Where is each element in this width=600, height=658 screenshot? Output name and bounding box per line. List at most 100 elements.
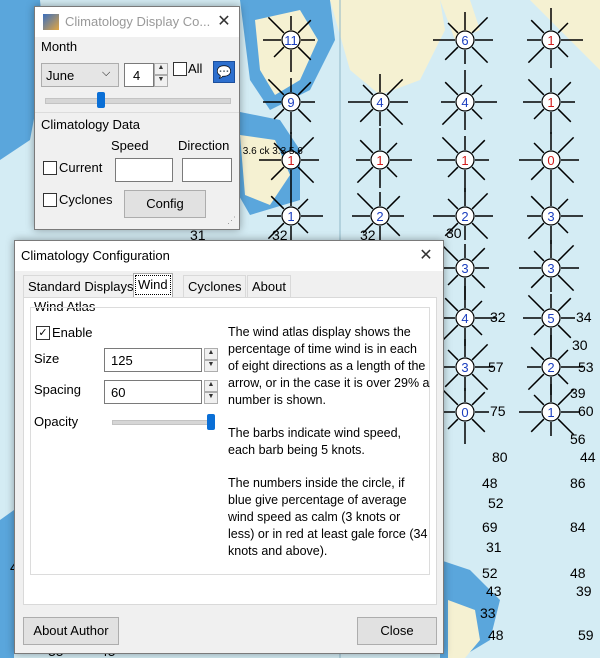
- wind-arrow: [557, 373, 569, 385]
- config-window-titlebar[interactable]: Climatology Configuration ✕: [15, 241, 443, 271]
- opacity-slider-thumb[interactable]: [207, 414, 215, 430]
- size-down-button[interactable]: ▼: [204, 360, 218, 372]
- spacing-input[interactable]: 60: [104, 380, 202, 404]
- tab-about[interactable]: About: [247, 275, 291, 297]
- month-select[interactable]: June ⌵: [41, 63, 119, 87]
- wind-arrow: [471, 139, 486, 154]
- side-number: 39: [576, 583, 592, 599]
- all-checkbox[interactable]: [173, 62, 187, 76]
- side-number: 56: [570, 431, 586, 447]
- land-area: [330, 0, 445, 95]
- close-icon[interactable]: ✕: [213, 11, 235, 33]
- day-input[interactable]: 4: [124, 63, 154, 87]
- wind-arrow: [557, 297, 572, 312]
- wind-arrow: [386, 108, 404, 126]
- speed-input[interactable]: [115, 158, 173, 182]
- wind-arrow: [447, 198, 459, 210]
- config-window[interactable]: Climatology Configuration ✕ Standard Dis…: [14, 240, 444, 654]
- about-author-button[interactable]: About Author: [23, 617, 119, 645]
- land-area: [0, 510, 14, 658]
- spacing-down-button[interactable]: ▼: [204, 392, 218, 404]
- wind-arrow: [471, 418, 486, 433]
- enable-checkbox[interactable]: ✓: [36, 326, 50, 340]
- station-number: 2: [376, 209, 383, 224]
- size-label: Size: [34, 351, 60, 366]
- wind-arrow: [273, 108, 285, 120]
- cyclones-label: Cyclones: [59, 192, 113, 207]
- size-input[interactable]: 125: [104, 348, 202, 372]
- station-number: 6: [461, 33, 468, 48]
- wind-arrow: [557, 166, 575, 184]
- wind-arrow: [471, 391, 486, 406]
- chat-icon: 💬: [216, 65, 232, 79]
- wind-arrow: [356, 166, 374, 184]
- station-number: 4: [461, 95, 468, 110]
- enable-label: Enable: [52, 325, 93, 340]
- opacity-slider[interactable]: [112, 414, 215, 430]
- tab-wind[interactable]: Wind: [133, 273, 173, 297]
- description-paragraph: The barbs indicate wind speed, each barb…: [228, 426, 402, 457]
- tab-standard-displays[interactable]: Standard Displays: [23, 275, 139, 297]
- side-number: 31: [486, 539, 502, 555]
- display-window-titlebar[interactable]: Climatology Display Co... ✕: [35, 7, 239, 37]
- side-number: 32: [490, 309, 506, 325]
- wind-arrow: [530, 418, 545, 433]
- wind-arrow: [471, 274, 486, 289]
- opacity-label: Opacity: [34, 414, 79, 429]
- config-button[interactable]: Config: [124, 190, 206, 218]
- info-button[interactable]: 💬: [213, 61, 235, 83]
- wind-arrow: [441, 388, 459, 406]
- station-number: 3: [461, 261, 468, 276]
- resize-grip-icon[interactable]: ⋰: [227, 215, 236, 226]
- station-number: 1: [461, 153, 468, 168]
- size-up-button[interactable]: ▲: [204, 348, 218, 360]
- config-window-title: Climatology Configuration: [21, 248, 170, 263]
- month-slider[interactable]: [45, 92, 231, 108]
- wind-arrow: [441, 244, 459, 262]
- station-number: 1: [547, 33, 554, 48]
- side-number: 43: [486, 583, 502, 599]
- wind-arrow: [471, 84, 483, 96]
- wind-arrow: [471, 222, 489, 240]
- current-label: Current: [59, 160, 103, 175]
- month-slider-thumb[interactable]: [97, 92, 106, 108]
- station-number: 4: [461, 311, 468, 326]
- wind-arrow: [447, 166, 459, 178]
- wind-arrow: [471, 373, 489, 391]
- description-paragraph: The numbers inside the circle, if blue g…: [228, 476, 428, 558]
- display-control-window[interactable]: Climatology Display Co... ✕ Month June ⌵…: [34, 6, 240, 230]
- station-number: 3: [461, 360, 468, 375]
- wind-arrow: [557, 244, 575, 262]
- app-icon: [43, 14, 59, 30]
- close-button[interactable]: Close: [357, 617, 437, 645]
- speed-label: Speed: [111, 138, 149, 153]
- cyclones-checkbox[interactable]: [43, 193, 57, 207]
- tab-cyclones[interactable]: Cyclones: [183, 275, 247, 297]
- wind-arrow: [527, 294, 545, 312]
- station-number: 3: [547, 261, 554, 276]
- side-number: 48: [570, 565, 586, 581]
- wind-arrow: [297, 222, 309, 234]
- spacing-up-button[interactable]: ▲: [204, 380, 218, 392]
- side-number: 34: [576, 309, 592, 325]
- direction-input[interactable]: [182, 158, 232, 182]
- wind-arrow: [297, 166, 315, 184]
- current-checkbox[interactable]: [43, 161, 57, 175]
- wind-arrow: [297, 108, 312, 123]
- wind-arrow: [530, 166, 545, 181]
- day-up-button[interactable]: ▲: [154, 63, 168, 75]
- wind-arrow: [386, 166, 398, 178]
- station-number: 11: [284, 33, 298, 48]
- wind-arrow: [557, 349, 569, 361]
- wind-arrow: [356, 192, 374, 210]
- wind-arrow: [557, 136, 575, 154]
- wind-arrow: [359, 108, 374, 123]
- wind-arrow: [557, 81, 572, 96]
- station-number: 3: [547, 209, 554, 224]
- close-icon[interactable]: ✕: [415, 245, 437, 267]
- side-number: 48: [488, 627, 504, 643]
- wind-arrow: [359, 139, 374, 154]
- wind-arrow: [527, 46, 545, 64]
- station-number: 1: [287, 209, 294, 224]
- day-down-button[interactable]: ▼: [154, 75, 168, 87]
